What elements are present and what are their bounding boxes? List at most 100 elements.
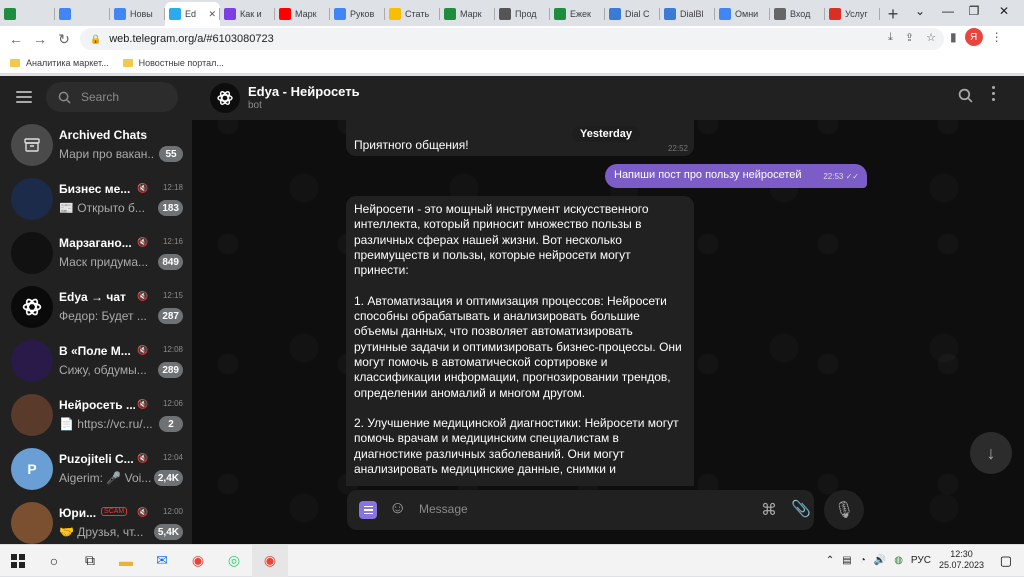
browser-tab[interactable]: Руков xyxy=(330,2,385,26)
search-input[interactable]: Search xyxy=(46,82,178,112)
muted-icon: 🔇 xyxy=(137,237,149,247)
chat-preview: 📰 Открыто б... xyxy=(59,201,145,215)
message-input[interactable]: Message xyxy=(419,502,468,516)
message-time: 22:53 ✓✓ xyxy=(823,172,859,181)
unread-badge: 289 xyxy=(158,362,183,378)
chat-time: 12:16 xyxy=(162,237,183,246)
browser-tab[interactable]: Новы xyxy=(110,2,165,26)
share-icon[interactable]: ⇪ xyxy=(905,31,914,44)
tab-label: Стать xyxy=(405,9,430,19)
install-icon[interactable]: ⤓ xyxy=(888,31,893,44)
google-drive-icon xyxy=(59,8,71,20)
browser-tab[interactable]: Прод xyxy=(495,2,550,26)
more-menu-icon[interactable]: ⋮ xyxy=(991,30,1003,44)
translate-icon xyxy=(499,8,511,20)
chat-list-item[interactable]: Edya → чат 🔇 12:15 Федор: Будет ... 287 xyxy=(0,280,192,334)
chat-avatar xyxy=(11,232,53,274)
browser-tab[interactable]: Dial C xyxy=(605,2,660,26)
close-window-icon[interactable]: ✕ xyxy=(984,0,1024,22)
muted-icon: 🔇 xyxy=(137,345,149,355)
browser-tab[interactable]: Ежек xyxy=(550,2,605,26)
chat-time: 12:08 xyxy=(162,345,183,354)
ms-edge-icon[interactable]: ◍ xyxy=(894,555,903,566)
clock[interactable]: 12:30 25.07.2023 xyxy=(939,549,984,571)
browser-tab[interactable]: Вход xyxy=(770,2,825,26)
mail-icon[interactable]: ✉ xyxy=(144,545,180,577)
chrome-active-icon[interactable]: ◉ xyxy=(252,544,288,577)
chat-avatar xyxy=(11,340,53,382)
commands-icon[interactable]: ⌘ xyxy=(761,500,777,520)
notification-icon[interactable]: ▢ xyxy=(1000,553,1012,569)
browser-tab[interactable]: Услуг xyxy=(825,2,880,26)
browser-tab[interactable]: Марк xyxy=(275,2,330,26)
chat-avatar xyxy=(11,286,53,328)
microphone-button[interactable]: 🎙 xyxy=(824,490,864,530)
profile-avatar[interactable]: Я xyxy=(964,28,983,46)
tab-strip: Новы Ed ✕ Как и Марк Руков Стать Марк Прод Ежек Di… xyxy=(0,0,1024,26)
search-icon[interactable] xyxy=(958,88,973,108)
message-text: Нейросети - это мощный инструмент искусс… xyxy=(354,202,682,477)
outgoing-message[interactable]: Напиши пост про пользу нейросетей 22:53 … xyxy=(605,164,867,188)
scroll-down-button[interactable]: ↓ xyxy=(970,432,1012,474)
chat-name: Puzojiteli C... xyxy=(59,452,134,466)
windows-taskbar: ○ ⧉ ▬ ✉ ◉ ◎ ◉ ⌃ ▤ ◔ 🔊 ◍ РУС 12:30 25.07.… xyxy=(0,544,1024,577)
chat-preview: Мари про вакан... xyxy=(59,147,155,161)
muted-icon: 🔇 xyxy=(137,507,149,517)
chat-preview: 📄 https://vc.ru/... xyxy=(59,417,153,431)
whatsapp-icon[interactable]: ◎ xyxy=(216,545,252,577)
chat-list-item[interactable]: Юри... SCAM 🔇 12:00 🤝 Друзья, чт... 5,4K xyxy=(0,496,192,544)
browser-tab[interactable]: DialBl xyxy=(660,2,715,26)
windows-start-icon[interactable] xyxy=(0,545,36,577)
emoji-icon[interactable]: ☺ xyxy=(389,498,406,518)
side-panel-icon[interactable]: ▮ xyxy=(950,30,957,44)
chat-list-item[interactable]: Бизнес ме... 🔇 12:18 📰 Открыто б... 183 xyxy=(0,172,192,226)
chat-header[interactable]: Edya - Нейросеть bot xyxy=(192,76,1024,120)
hamburger-menu-icon[interactable] xyxy=(16,91,32,103)
browser-tab[interactable]: Марк xyxy=(440,2,495,26)
bookmark-folder[interactable]: Новостные портал... xyxy=(122,58,224,68)
browser-tab[interactable]: Стать xyxy=(385,2,440,26)
chat-list-item[interactable]: В «Поле М... 🔇 12:08 Сижу, обдумы... 289 xyxy=(0,334,192,388)
bot-menu-button[interactable] xyxy=(359,501,377,519)
reload-icon[interactable]: ↻ xyxy=(52,27,76,51)
youtube-icon xyxy=(279,8,291,20)
message-time: 22:52 xyxy=(667,144,688,153)
message-text: Напиши пост про пользу нейросетей xyxy=(614,169,802,181)
chat-list-item[interactable]: Archived Chats Мари про вакан... 55 xyxy=(0,118,192,172)
browser-tab[interactable]: Как и xyxy=(220,2,275,26)
incoming-message[interactable]: Приятного общения! 22:52 xyxy=(346,118,694,156)
address-bar[interactable]: 🔒 web.telegram.org/a/#6103080723 ⤓ ⇪ ☆ xyxy=(80,28,944,50)
forward-icon[interactable]: → xyxy=(28,27,52,51)
more-options-icon[interactable] xyxy=(992,86,995,101)
network-icon[interactable]: ▤ xyxy=(842,555,851,566)
docs-icon xyxy=(719,8,731,20)
bookmark-star-icon[interactable]: ☆ xyxy=(926,31,936,44)
chat-list-item[interactable]: Марзагано... 🔇 12:16 Маск придума... 849 xyxy=(0,226,192,280)
browser-tab[interactable] xyxy=(55,2,110,26)
chat-list-item[interactable]: P Puzojiteli C... 🔇 12:04 Aigerim: 🎤 Voi... 2… xyxy=(0,442,192,496)
browser-tab[interactable]: Омни xyxy=(715,2,770,26)
chat-time: 12:04 xyxy=(162,453,183,462)
attach-icon[interactable]: 📎 xyxy=(791,499,811,519)
incoming-message[interactable]: Нейросети - это мощный инструмент искусс… xyxy=(346,196,694,486)
task-view-icon[interactable]: ⧉ xyxy=(72,545,108,577)
volume-icon[interactable]: 🔊 xyxy=(874,555,886,566)
browser-tab[interactable] xyxy=(0,2,55,26)
bookmark-folder[interactable]: Аналитика маркет... xyxy=(10,58,109,68)
browser-tab[interactable]: Ed ✕ xyxy=(165,2,220,26)
message-composer: ☺ Message ⌘ 📎 xyxy=(347,490,814,530)
wifi-icon[interactable]: ◔ xyxy=(860,555,866,566)
language-indicator[interactable]: РУС xyxy=(911,555,931,566)
chrome-icon[interactable]: ◉ xyxy=(180,545,216,577)
tab-label: Руков xyxy=(350,9,375,19)
file-explorer-icon[interactable]: ▬ xyxy=(108,545,144,577)
bot-avatar[interactable] xyxy=(210,83,240,113)
back-icon[interactable]: ← xyxy=(4,27,28,51)
search-icon[interactable]: ○ xyxy=(36,545,72,577)
close-tab-icon[interactable]: ✕ xyxy=(208,9,216,20)
chat-list-item[interactable]: Нейросеть ... 🔇 12:06 📄 https://vc.ru/... 2 xyxy=(0,388,192,442)
search-icon xyxy=(58,91,71,104)
lock-icon: 🔒 xyxy=(90,33,102,44)
chevron-up-icon[interactable]: ⌃ xyxy=(826,555,834,566)
chat-name: Edya → чат xyxy=(59,290,126,304)
